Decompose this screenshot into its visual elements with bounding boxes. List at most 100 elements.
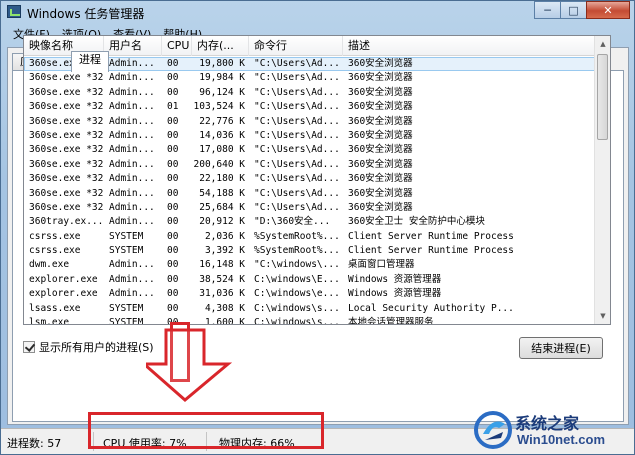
process-memory: 54,188 K: [199, 187, 245, 199]
process-user-name: SYSTEM: [109, 230, 144, 242]
process-row[interactable]: 360se.exe *32 Admin... 00 19,800 K "C:\Users…: [24, 57, 595, 72]
process-image-name: 360se.exe *32: [29, 144, 104, 156]
process-user-name: Admin...: [109, 201, 155, 213]
process-description: Windows 资源管理器: [348, 273, 442, 285]
close-button[interactable]: ✕: [586, 1, 630, 19]
process-memory: 22,180 K: [199, 173, 245, 185]
process-memory: 25,684 K: [199, 201, 245, 213]
process-command-line: "C:\Users\Ad...: [254, 201, 340, 213]
process-row[interactable]: dwm.exe Admin... 00 16,148 K "C:\windows\...…: [24, 258, 595, 272]
process-cpu: 00: [167, 129, 179, 141]
column-memory[interactable]: 内存(...: [192, 36, 249, 56]
process-description: 360安全浏览器: [348, 86, 413, 98]
process-row[interactable]: 360se.exe *32 Admin... 00 54,188 K "C:\Users…: [24, 187, 595, 201]
status-divider: [93, 432, 94, 451]
process-user-name: Admin...: [109, 259, 155, 271]
process-command-line: C:\windows\s...: [254, 302, 340, 314]
process-row[interactable]: explorer.exe Admin... 00 31,036 K C:\windows…: [24, 287, 595, 301]
process-row[interactable]: 360se.exe *32 Admin... 01 103,524 K "C:\User…: [24, 100, 595, 114]
process-memory: 96,124 K: [199, 86, 245, 98]
process-description: 360安全卫士 安全防护中心模块: [348, 216, 485, 228]
process-command-line: %SystemRoot%...: [254, 230, 340, 242]
show-all-users-label: 显示所有用户的进程(S): [39, 341, 154, 354]
process-cpu: 00: [167, 158, 179, 170]
process-description: Client Server Runtime Process: [348, 245, 514, 257]
process-image-name: 360se.exe *32: [29, 158, 104, 170]
column-description[interactable]: 描述: [343, 36, 595, 56]
process-cpu: 00: [167, 201, 179, 213]
vertical-scrollbar[interactable]: ▲ ▼: [594, 36, 610, 324]
process-description: 360安全浏览器: [348, 187, 413, 199]
process-user-name: Admin...: [109, 158, 155, 170]
status-physical-memory: 物理内存: 66%: [219, 437, 295, 450]
process-memory: 4,308 K: [204, 302, 245, 314]
process-user-name: Admin...: [109, 216, 155, 228]
process-image-name: 360se.exe *32: [29, 115, 104, 127]
process-list-header: 映像名称 用户名 CPU 内存(... 命令行 描述: [24, 36, 595, 56]
process-row[interactable]: 360se.exe *32 Admin... 00 96,124 K "C:\Users…: [24, 86, 595, 100]
scroll-down-icon[interactable]: ▼: [595, 308, 610, 324]
process-row[interactable]: 360tray.ex... Admin... 00 20,912 K "D:\360安全…: [24, 215, 595, 229]
process-command-line: "C:\Users\Ad...: [254, 115, 340, 127]
process-list[interactable]: 映像名称 用户名 CPU 内存(... 命令行 描述 360se.exe *32…: [23, 35, 611, 325]
process-user-name: Admin...: [109, 72, 155, 84]
process-command-line: C:\windows\E...: [254, 273, 340, 285]
process-row[interactable]: 360se.exe *32 Admin... 00 22,776 K "C:\Users…: [24, 115, 595, 129]
process-memory: 16,148 K: [199, 259, 245, 271]
process-row[interactable]: explorer.exe Admin... 00 38,524 K C:\windows…: [24, 273, 595, 287]
process-description: 360安全浏览器: [348, 129, 413, 141]
show-all-users-option[interactable]: 显示所有用户的进程(S): [23, 339, 154, 355]
minimize-button[interactable]: ─: [534, 1, 561, 19]
scroll-thumb[interactable]: [597, 54, 608, 140]
column-cpu[interactable]: CPU: [162, 36, 192, 56]
status-process-count: 进程数: 57: [7, 437, 62, 450]
process-row[interactable]: 360se.exe *32 Admin... 00 14,036 K "C:\Users…: [24, 129, 595, 143]
process-memory: 31,036 K: [199, 288, 245, 300]
window-title: Windows 任务管理器: [27, 7, 145, 21]
process-user-name: SYSTEM: [109, 245, 144, 257]
title-bar[interactable]: Windows 任务管理器 ─ □ ✕: [1, 1, 634, 23]
process-cpu: 00: [167, 144, 179, 156]
process-row[interactable]: csrss.exe SYSTEM 00 3,392 K %SystemRoot%... C…: [24, 244, 595, 258]
process-row[interactable]: 360se.exe *32 Admin... 00 19,984 K "C:\Users…: [24, 71, 595, 85]
process-description: 桌面窗口管理器: [348, 259, 415, 271]
process-row[interactable]: 360se.exe *32 Admin... 00 200,640 K "C:\User…: [24, 158, 595, 172]
process-cpu: 00: [167, 245, 179, 257]
process-cpu: 00: [167, 72, 179, 84]
column-command-line[interactable]: 命令行: [249, 36, 343, 56]
process-user-name: Admin...: [109, 58, 155, 69]
status-divider: [206, 432, 207, 451]
end-process-button[interactable]: 结束进程(E): [519, 337, 603, 359]
process-user-name: SYSTEM: [109, 302, 144, 314]
process-row[interactable]: 360se.exe *32 Admin... 00 17,080 K "C:\Users…: [24, 143, 595, 157]
process-user-name: Admin...: [109, 115, 155, 127]
process-row[interactable]: lsm.exe SYSTEM 00 1,600 K C:\windows\s... 本地会…: [24, 316, 595, 324]
process-command-line: "C:\Users\Ad...: [254, 129, 340, 141]
process-user-name: Admin...: [109, 129, 155, 141]
maximize-button[interactable]: □: [560, 1, 587, 19]
process-list-body: 360se.exe *32 Admin... 00 19,800 K "C:\Users…: [24, 57, 595, 324]
process-memory: 22,776 K: [199, 115, 245, 127]
scroll-up-icon[interactable]: ▲: [595, 36, 610, 52]
show-all-users-checkbox[interactable]: [23, 341, 35, 353]
process-description: 360安全浏览器: [348, 201, 413, 213]
process-command-line: "D:\360安全...: [254, 216, 331, 228]
process-user-name: Admin...: [109, 86, 155, 98]
watermark-url: Win10net.com: [517, 432, 606, 447]
process-description: Windows 资源管理器: [348, 288, 442, 300]
process-memory: 200,640 K: [193, 158, 245, 170]
process-memory: 103,524 K: [193, 101, 245, 113]
process-row[interactable]: 360se.exe *32 Admin... 00 25,684 K "C:\Users…: [24, 201, 595, 215]
process-description: Local Security Authority P...: [348, 302, 514, 314]
process-description: 360安全浏览器: [348, 158, 413, 170]
process-row[interactable]: 360se.exe *32 Admin... 00 22,180 K "C:\Users…: [24, 172, 595, 186]
tab-processes[interactable]: 进程: [71, 51, 109, 72]
process-row[interactable]: lsass.exe SYSTEM 00 4,308 K C:\windows\s... L…: [24, 302, 595, 316]
process-image-name: csrss.exe: [29, 230, 81, 242]
column-user-name[interactable]: 用户名: [104, 36, 162, 56]
process-memory: 3,392 K: [204, 245, 245, 257]
process-image-name: 360se.exe *32: [29, 86, 104, 98]
process-command-line: %SystemRoot%...: [254, 245, 340, 257]
process-row[interactable]: csrss.exe SYSTEM 00 2,036 K %SystemRoot%... C…: [24, 230, 595, 244]
process-command-line: "C:\Users\Ad...: [254, 72, 340, 84]
